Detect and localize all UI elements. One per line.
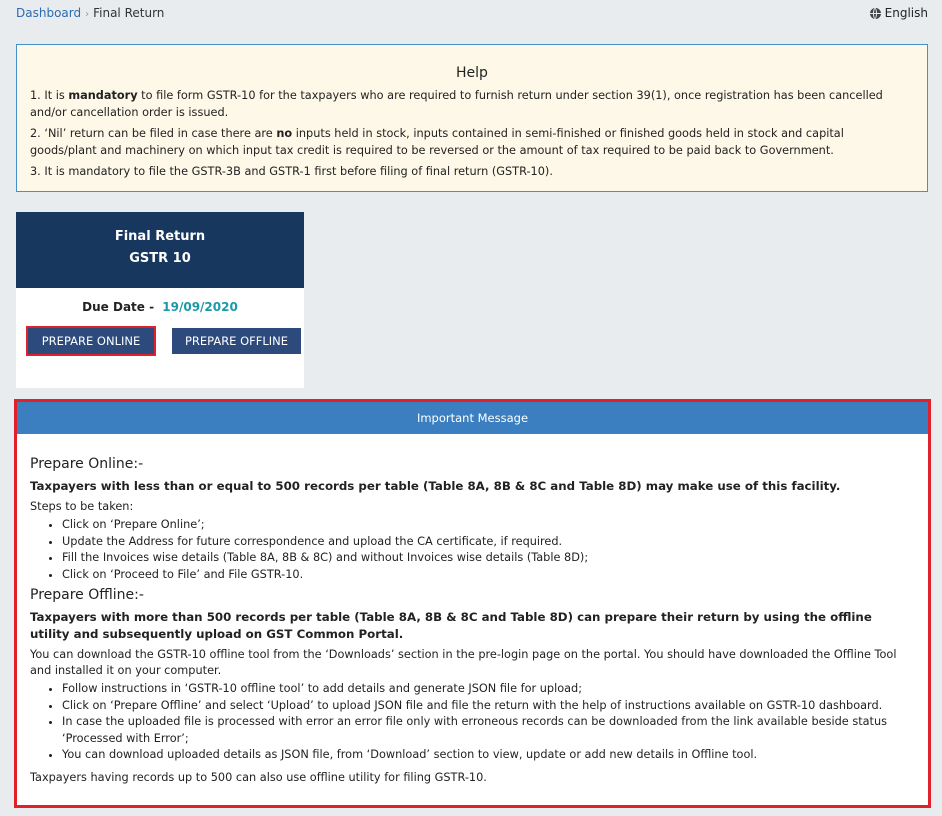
help-item-1-pre: 1. It is [30, 89, 69, 102]
language-label: English [884, 6, 928, 20]
steps-label: Steps to be taken: [30, 500, 134, 513]
help-item-1-post: to file form GSTR-10 for the taxpayers w… [30, 89, 883, 119]
prepare-offline-summary: Taxpayers with more than 500 records per… [30, 610, 872, 641]
globe-icon [869, 7, 881, 19]
offline-steps-list: Follow instructions in ‘GSTR-10 offline … [62, 681, 915, 764]
card-button-row: PREPARE ONLINE PREPARE OFFLINE [16, 326, 304, 368]
list-item: You can download uploaded details as JSO… [62, 747, 915, 764]
help-item-2-bold: no [276, 127, 293, 140]
important-message-body: Prepare Online:- Taxpayers with less tha… [17, 434, 928, 786]
list-item: In case the uploaded file is processed w… [62, 714, 915, 747]
offline-footer-note: Taxpayers having records up to 500 can a… [30, 770, 487, 784]
prepare-offline-heading: Prepare Offline:- [30, 587, 144, 603]
breadcrumb-current: Final Return [93, 6, 165, 20]
prepare-offline-button[interactable]: PREPARE OFFLINE [172, 328, 301, 354]
help-item-3: 3. It is mandatory to file the GSTR-3B a… [30, 163, 914, 180]
important-message-header: Important Message [17, 402, 928, 434]
online-steps-list: Click on ‘Prepare Online’; Update the Ad… [62, 517, 915, 583]
help-title: Help [456, 65, 488, 81]
prepare-online-heading: Prepare Online:- [30, 456, 144, 472]
due-date-row: Due Date - 19/09/2020 [16, 300, 304, 314]
due-date-label: Due Date - [82, 300, 155, 314]
list-item: Click on ‘Prepare Offline’ and select ‘U… [62, 698, 915, 715]
breadcrumb-separator-icon: › [85, 9, 90, 20]
help-item-2: 2. ‘Nil’ return can be filed in case the… [30, 125, 914, 159]
breadcrumb-dashboard-link[interactable]: Dashboard [16, 6, 81, 20]
card-subtitle: GSTR 10 [129, 251, 191, 266]
list-item: Follow instructions in ‘GSTR-10 offline … [62, 681, 915, 698]
help-item-3-pre: 3. It is mandatory to file the GSTR-3B a… [30, 165, 553, 178]
list-item: Fill the Invoices wise details (Table 8A… [62, 550, 915, 567]
card-title: Final Return [114, 229, 206, 244]
help-item-2-pre: 2. ‘Nil’ return can be filed in case the… [30, 127, 277, 140]
help-panel: Help 1. It is mandatory to file form GST… [16, 44, 928, 192]
important-message-panel: Important Message Prepare Online:- Taxpa… [14, 399, 931, 808]
language-selector[interactable]: English [869, 6, 928, 20]
breadcrumb: Dashboard › Final Return [16, 6, 164, 20]
final-return-card: Final Return GSTR 10 Due Date - 19/09/20… [16, 212, 304, 388]
top-bar: Dashboard › Final Return English [0, 0, 942, 28]
due-date-value: 19/09/2020 [162, 300, 238, 314]
prepare-online-summary: Taxpayers with less than or equal to 500… [30, 479, 841, 493]
list-item: Click on ‘Prepare Online’; [62, 517, 915, 534]
card-header: Final Return GSTR 10 [16, 212, 304, 288]
list-item: Click on ‘Proceed to File’ and File GSTR… [62, 567, 915, 584]
prepare-online-button[interactable]: PREPARE ONLINE [26, 326, 156, 356]
help-item-1: 1. It is mandatory to file form GSTR-10 … [30, 87, 914, 121]
list-item: Update the Address for future correspond… [62, 534, 915, 551]
help-item-1-bold: mandatory [68, 89, 138, 102]
offline-intro: You can download the GSTR-10 offline too… [30, 648, 897, 677]
